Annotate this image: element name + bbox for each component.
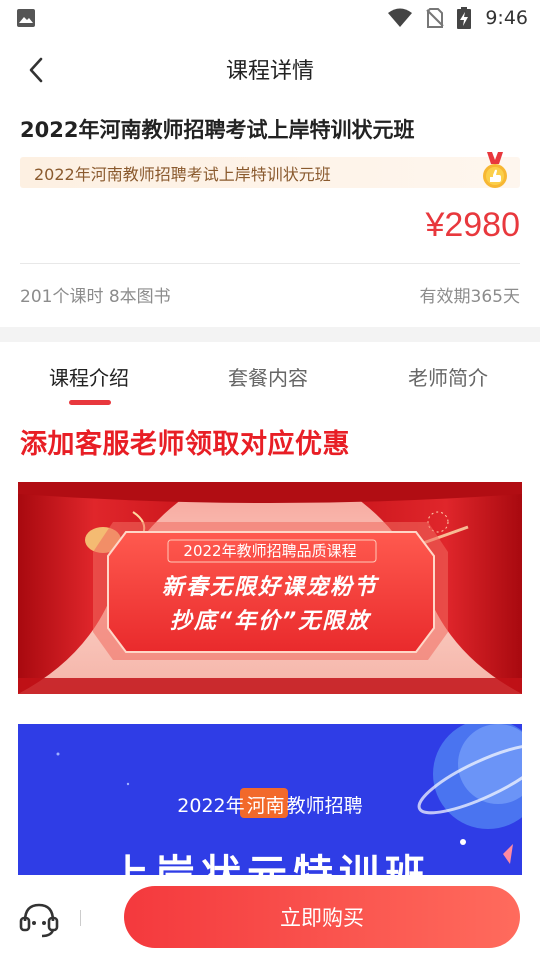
validity-period: 有效期365天 — [419, 287, 520, 307]
banner2-title-row: 2022年 河南 教师招聘 — [18, 791, 522, 818]
battery-charging-icon — [457, 7, 472, 29]
lesson-count: 201个课时 8本图书 — [20, 287, 171, 307]
buy-now-button[interactable]: 立即购买 — [124, 886, 520, 948]
no-sim-icon — [426, 8, 445, 28]
medal-icon — [483, 152, 507, 188]
tab-teacher-intro[interactable]: 老师简介 — [408, 362, 488, 391]
header: 课程详情 — [0, 36, 540, 102]
banner2-headline: 上岸状元特训班 — [109, 852, 431, 876]
banner2-highlight: 河南 — [246, 795, 285, 817]
banner1-subheadline: 抄底“年价”无限放 — [169, 609, 371, 634]
bottom-bar-separator — [80, 910, 81, 926]
page-title: 课程详情 — [225, 59, 314, 84]
price: ¥2980 — [425, 206, 520, 244]
status-bar: 9:46 — [0, 0, 540, 36]
image-icon — [17, 9, 35, 27]
promo-banner-new-year[interactable]: 2022年教师招聘品质课程 新春无限好课宠粉节 抄底“年价”无限放 — [18, 482, 522, 694]
tab-course-intro[interactable]: 课程介绍 — [49, 362, 129, 391]
bottom-action-bar: 立即购买 — [0, 875, 540, 960]
tab-package-content[interactable]: 套餐内容 — [228, 362, 308, 391]
course-tag-banner: 2022年河南教师招聘考试上岸特训状元班 — [20, 152, 520, 188]
tab-bar: 课程介绍 套餐内容 老师简介 — [0, 342, 540, 410]
promo-banner-training-class[interactable]: 2022年 河南 教师招聘 上岸状元特训班 — [18, 724, 522, 876]
banner1-subtitle: 2022年教师招聘品质课程 — [183, 542, 357, 560]
promo-heading: 添加客服老师领取对应优惠 — [20, 429, 350, 460]
tab-active-indicator — [69, 400, 111, 405]
section-divider — [0, 327, 540, 342]
customer-service-icon[interactable] — [18, 899, 60, 939]
divider — [20, 263, 520, 264]
banner2-suffix: 教师招聘 — [286, 795, 363, 817]
status-time: 9:46 — [485, 7, 528, 29]
wifi-icon — [388, 8, 413, 27]
banner2-year: 2022年 — [177, 795, 245, 817]
banner1-headline: 新春无限好课宠粉节 — [161, 575, 378, 600]
course-title: 2022年河南教师招聘考试上岸特训状元班 — [20, 118, 415, 142]
course-tag-text: 2022年河南教师招聘考试上岸特训状元班 — [34, 164, 331, 184]
back-button[interactable] — [18, 52, 54, 88]
back-arrow-icon — [29, 57, 43, 83]
